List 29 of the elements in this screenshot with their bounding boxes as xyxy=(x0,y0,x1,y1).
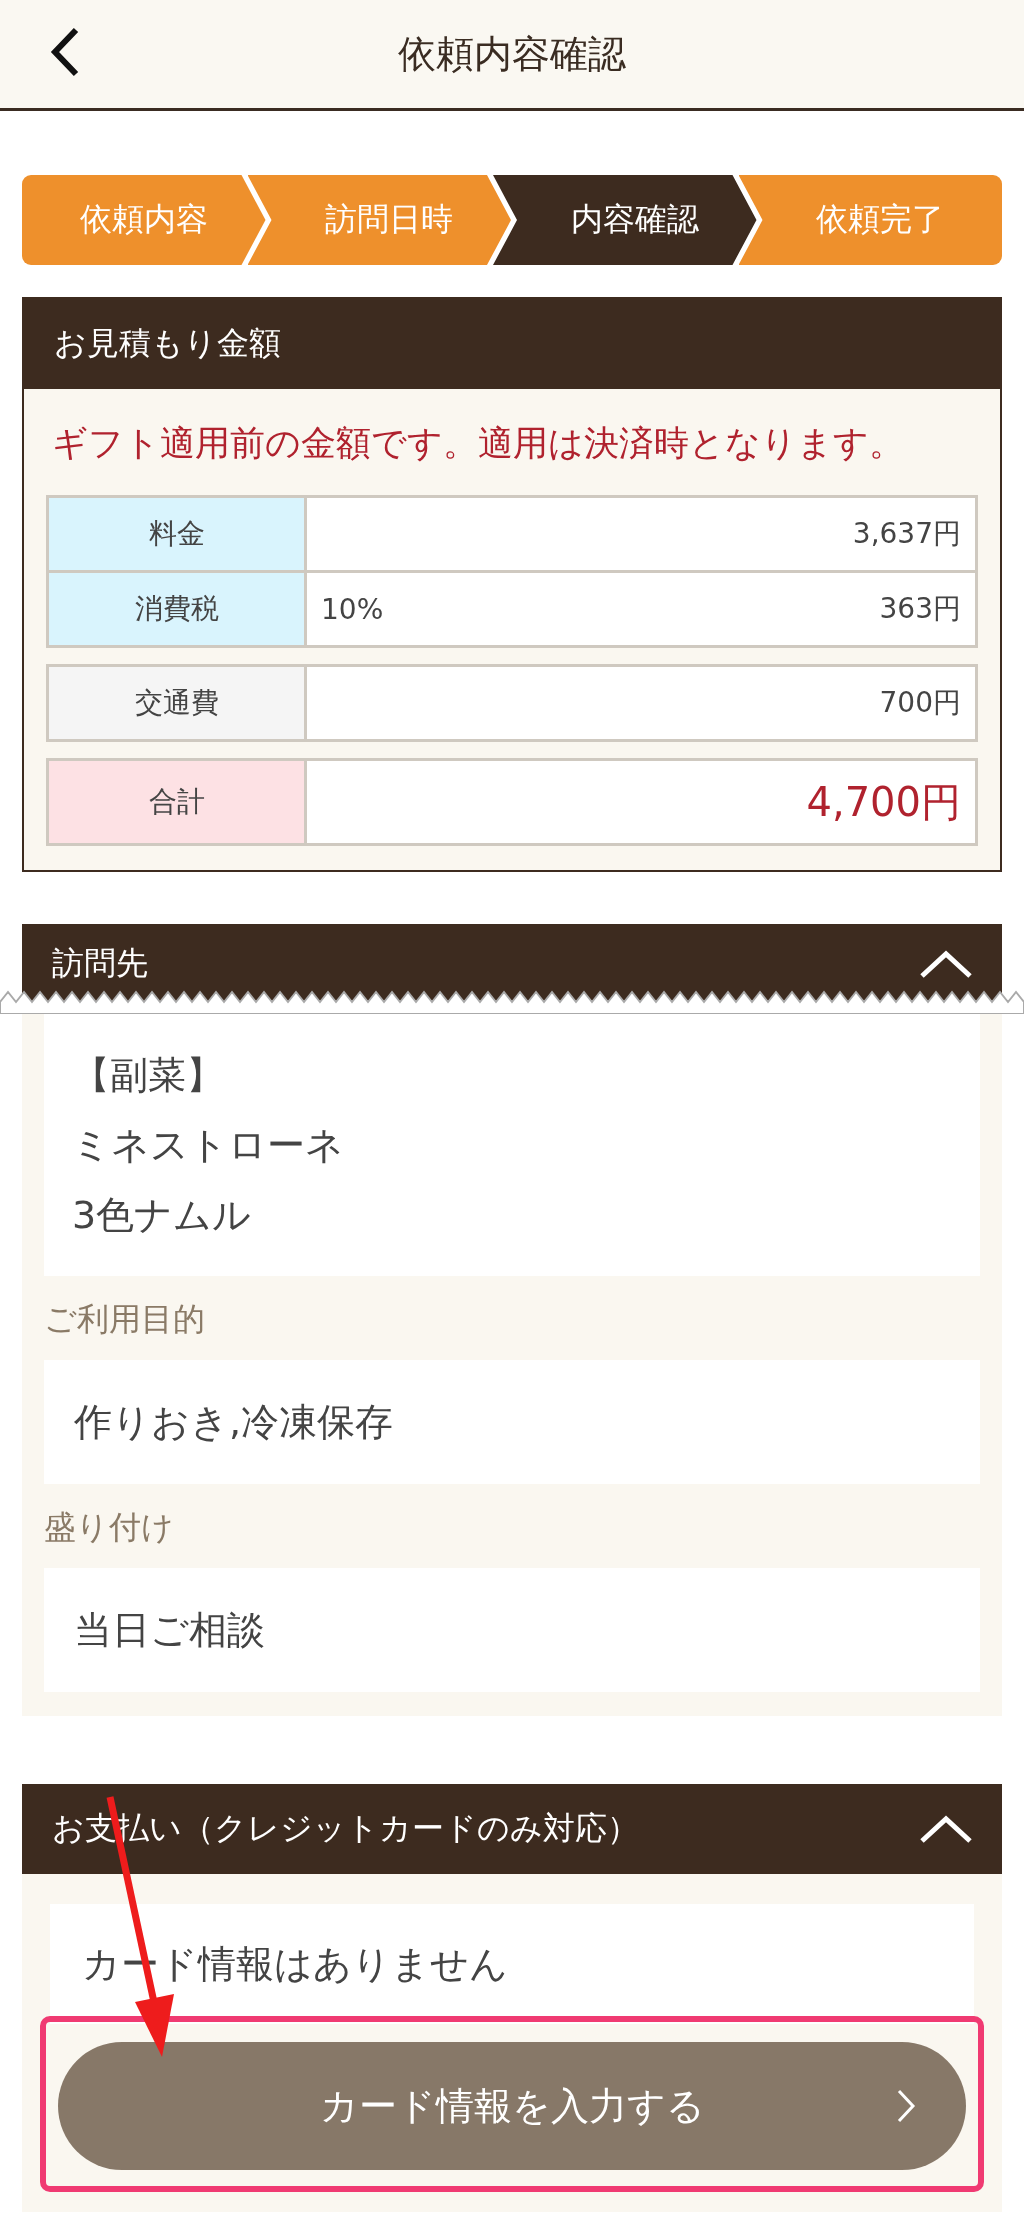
amount-text: 3,637円 xyxy=(852,516,961,552)
field-value: 当日ご相談 xyxy=(44,1568,980,1692)
progress-step: 訪問日時 xyxy=(247,175,511,265)
menu-line: ミネストローネ xyxy=(72,1122,345,1169)
section-title: 訪問先 xyxy=(52,943,148,984)
row-label: 交通費 xyxy=(49,667,307,739)
amount-text: 363円 xyxy=(879,591,961,627)
tax-rate: 10% xyxy=(321,592,384,626)
field-label: 盛り付け xyxy=(44,1507,175,1548)
progress-step: 依頼完了 xyxy=(738,175,1002,265)
back-icon xyxy=(50,26,80,78)
chevron-up-icon[interactable] xyxy=(918,1813,974,1845)
chevron-up-icon[interactable] xyxy=(918,948,974,980)
row-label: 消費税 xyxy=(49,573,307,645)
notice-text: ギフト適用前の金額です。適用は決済時となります。 xyxy=(51,422,905,465)
menu-line: 3色ナムル xyxy=(72,1192,253,1239)
amount-text: 700円 xyxy=(879,685,961,721)
enter-card-button[interactable]: カード情報を入力する xyxy=(58,2042,966,2170)
page-title: 依頼内容確認 xyxy=(398,30,626,78)
menu-line: 【副菜】 xyxy=(72,1052,225,1099)
progress-step: 内容確認 xyxy=(493,175,757,265)
row-label: 合計 xyxy=(49,761,307,843)
field-label: ご利用目的 xyxy=(44,1299,206,1340)
chevron-right-icon xyxy=(896,2088,916,2124)
section-title: お見積もり金額 xyxy=(54,323,281,364)
field-value: 作りおき,冷凍保存 xyxy=(44,1360,980,1484)
row-label: 料金 xyxy=(49,498,307,570)
amount-text: 4,700円 xyxy=(806,777,961,827)
progress-step: 依頼内容 xyxy=(22,175,266,265)
